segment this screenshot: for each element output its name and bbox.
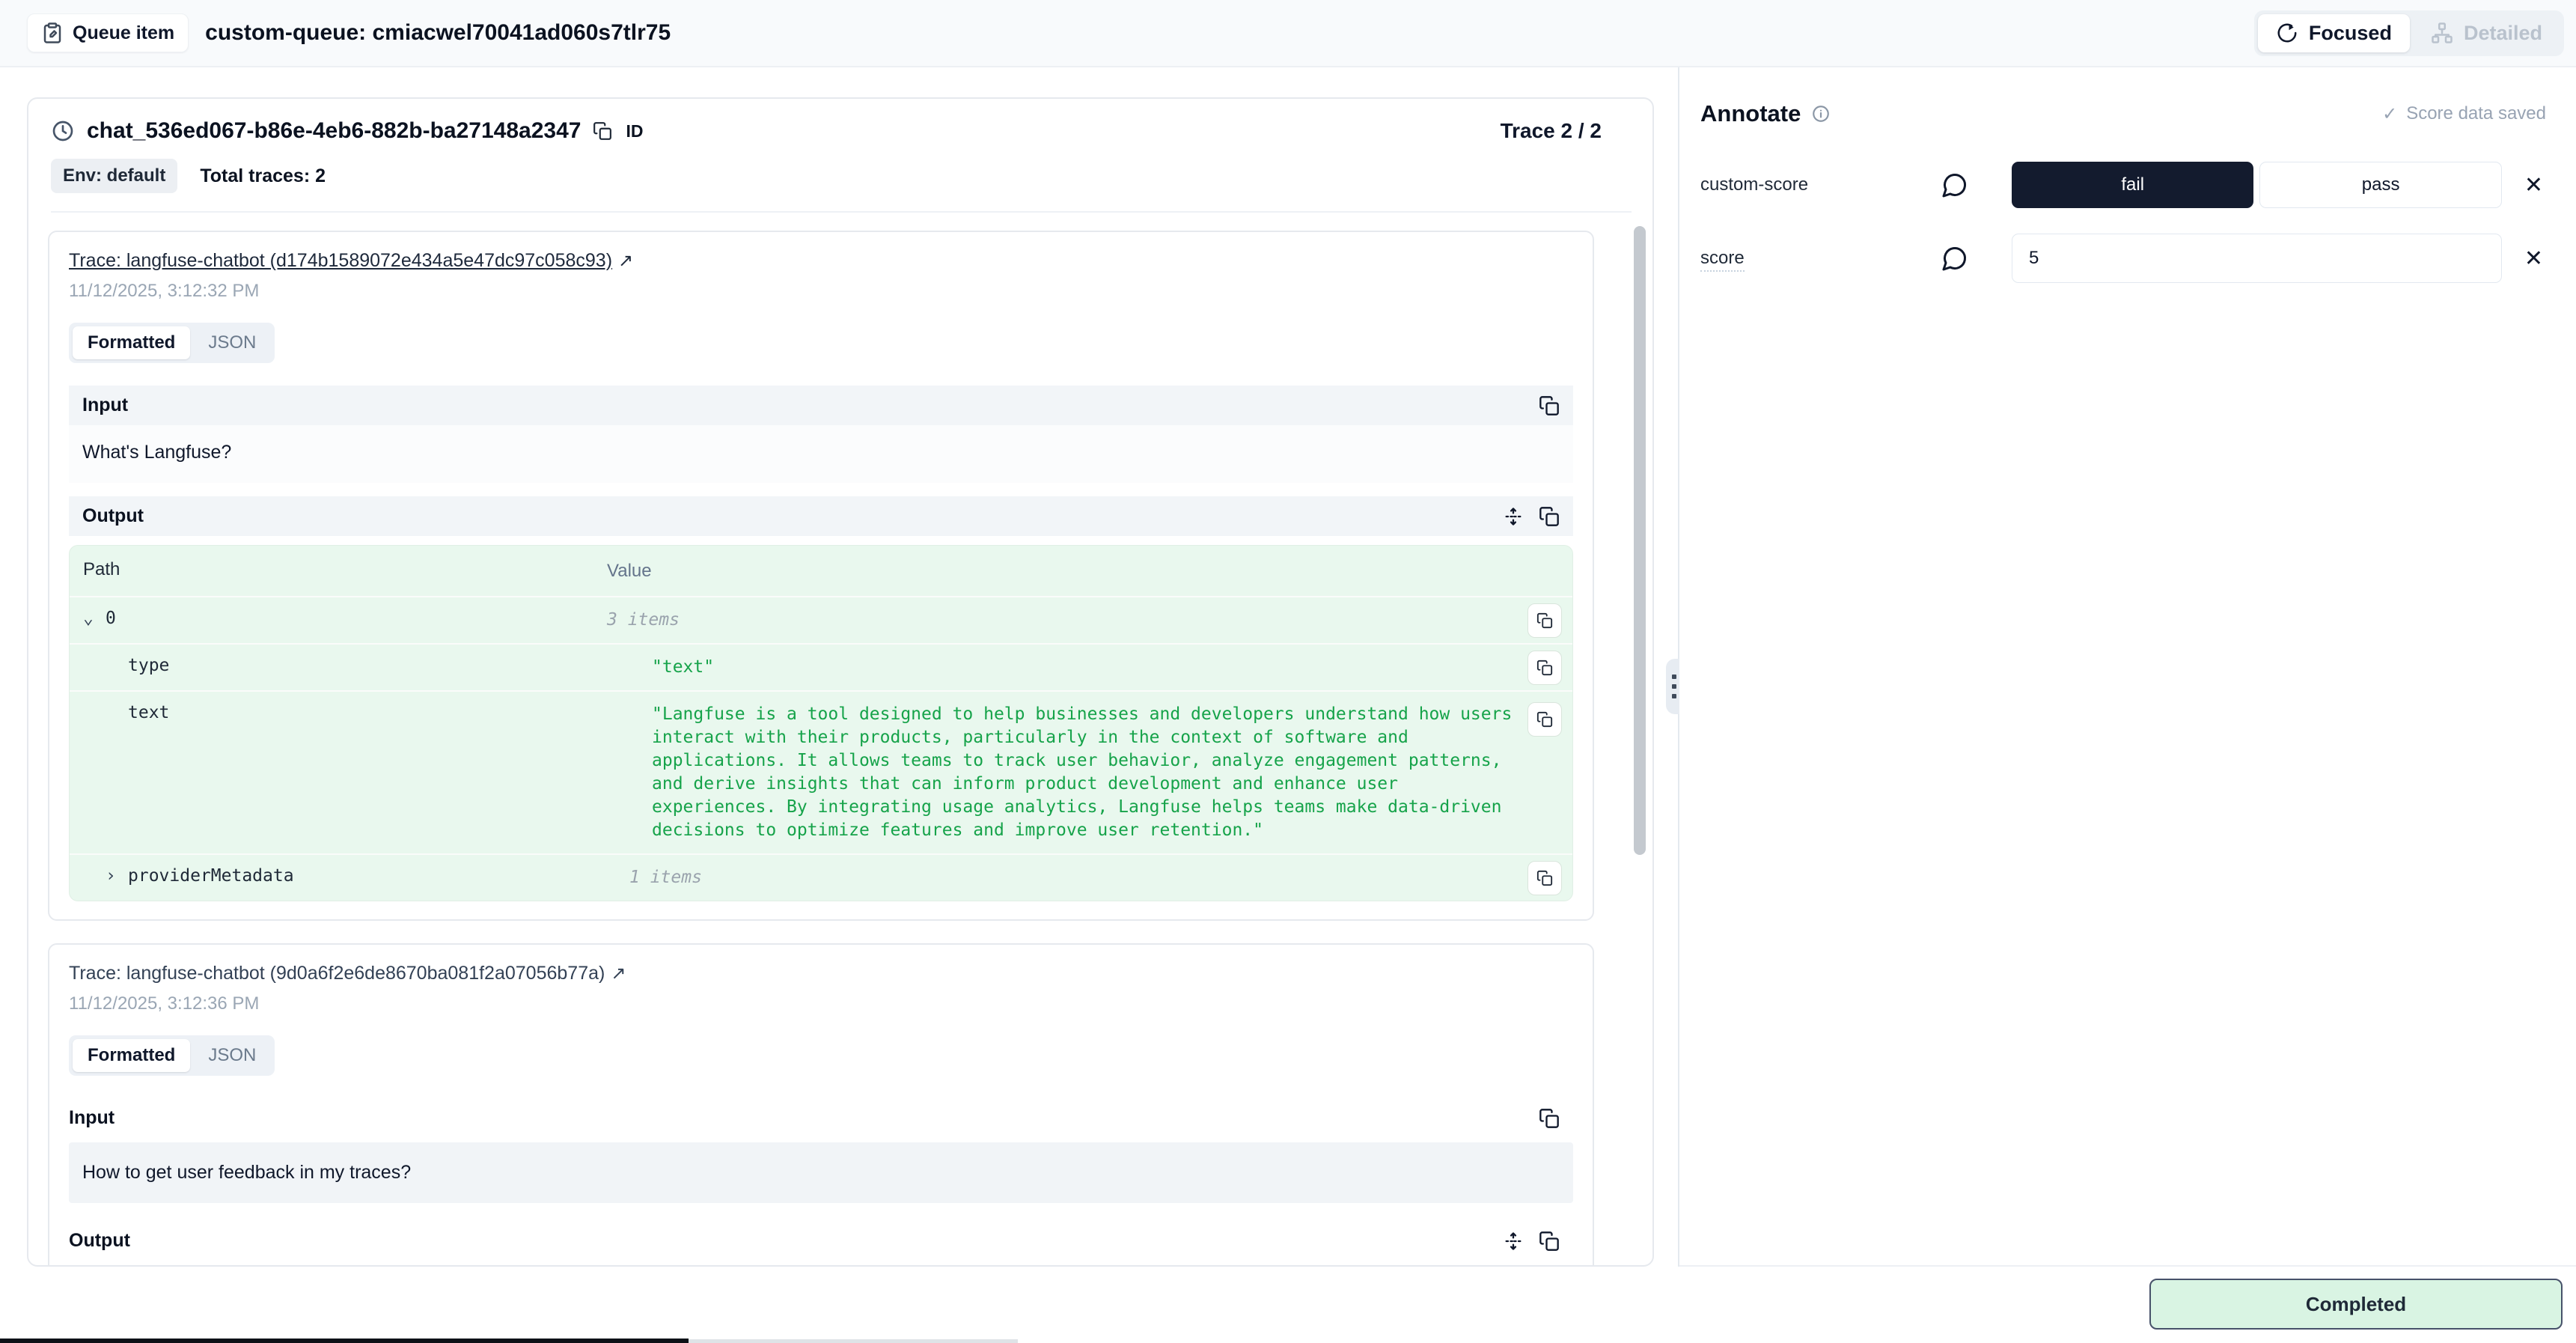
- clipboard-pen-icon: [41, 22, 64, 44]
- expand-output-button-2[interactable]: [1503, 1231, 1524, 1252]
- input-value-2: How to get user feedback in my traces?: [69, 1142, 1573, 1203]
- table-row: ›providerMetadata 1 items: [70, 853, 1572, 901]
- trace-card-1: Trace: langfuse-chatbot (d174b1589072e43…: [48, 231, 1594, 921]
- output-label-2: Output: [69, 1230, 130, 1252]
- score-value-input[interactable]: [2012, 234, 2502, 283]
- panel-header: chat_536ed067-b86e-4eb6-882b-ba27148a234…: [28, 99, 1652, 213]
- copy-output-button-1[interactable]: [1539, 506, 1560, 527]
- clock-icon: [51, 119, 75, 143]
- table-row: ⌄0 3 items: [70, 596, 1572, 643]
- trace-link-1[interactable]: Trace: langfuse-chatbot (d174b1589072e43…: [69, 250, 633, 271]
- comment-icon[interactable]: [1941, 245, 1968, 272]
- output-section-1: Output: [69, 496, 1573, 901]
- trace-card-2: Trace: langfuse-chatbot (9d0a6f2e6de8670…: [48, 943, 1594, 1265]
- trace-timestamp-2: 11/12/2025, 3:12:36 PM: [69, 993, 1573, 1014]
- input-section-1: Input What's Langfuse?: [69, 386, 1573, 483]
- format-tabs-1: Formatted JSON: [69, 323, 275, 363]
- annotate-title: Annotate: [1700, 100, 1801, 127]
- expand-output-button-1[interactable]: [1503, 506, 1524, 527]
- copy-row-button[interactable]: [1527, 603, 1562, 638]
- output-section-2: Output: [69, 1221, 1573, 1265]
- output-json-table-1: Path Value ⌄0 3 items type "tex: [69, 545, 1573, 901]
- score-row-custom-score: custom-score fail pass ✕: [1700, 162, 2546, 208]
- queue-item-page: Queue item custom-queue: cmiacwel70041ad…: [0, 0, 2576, 1343]
- table-row: text "Langfuse is a tool designed to hel…: [70, 690, 1572, 853]
- table-row: type "text": [70, 643, 1572, 690]
- external-link-icon: ↗: [611, 963, 626, 984]
- queue-item-panel: chat_536ed067-b86e-4eb6-882b-ba27148a234…: [27, 97, 1654, 1267]
- copy-row-button[interactable]: [1527, 651, 1562, 685]
- tab-formatted-2[interactable]: Formatted: [73, 1039, 190, 1072]
- tab-json-2[interactable]: JSON: [193, 1039, 271, 1072]
- queue-item-badge-label: Queue item: [73, 22, 174, 44]
- bottom-edge-bar: [0, 1339, 689, 1343]
- external-link-icon: ↗: [618, 251, 633, 271]
- delete-score-button[interactable]: ✕: [2521, 172, 2546, 198]
- comment-icon[interactable]: [1941, 171, 1968, 198]
- view-toggle: Focused Detailed: [2254, 10, 2564, 56]
- annotate-panel: Annotate ✓ Score data saved custom-score…: [1679, 67, 2576, 1267]
- save-status: ✓ Score data saved: [2382, 103, 2546, 125]
- tab-json-1[interactable]: JSON: [193, 326, 271, 359]
- score-option-pass[interactable]: pass: [2259, 162, 2501, 208]
- format-tabs-2: Formatted JSON: [69, 1035, 275, 1076]
- copy-row-button[interactable]: [1527, 861, 1562, 895]
- value-column-header: Value: [607, 559, 1520, 582]
- focused-view-button[interactable]: Focused: [2258, 14, 2410, 52]
- input-section-2: Input How to get user feedback in my tra…: [69, 1098, 1573, 1203]
- copy-input-button-1[interactable]: [1539, 395, 1560, 416]
- vertical-scrollbar[interactable]: [1634, 226, 1646, 855]
- bottom-edge-line: [689, 1339, 1018, 1343]
- id-label: ID: [626, 121, 643, 141]
- path-column-header: Path: [83, 559, 607, 582]
- input-label-2: Input: [69, 1107, 115, 1129]
- score-label: score: [1700, 248, 1745, 272]
- copy-input-button-2[interactable]: [1539, 1108, 1560, 1129]
- delete-score-button[interactable]: ✕: [2521, 246, 2546, 272]
- score-row-score: score ✕: [1700, 234, 2546, 283]
- item-title: chat_536ed067-b86e-4eb6-882b-ba27148a234…: [87, 118, 581, 144]
- top-bar: Queue item custom-queue: cmiacwel70041ad…: [0, 0, 2576, 67]
- output-label-1: Output: [82, 505, 144, 527]
- tree-icon: [2431, 22, 2453, 44]
- detailed-view-button[interactable]: Detailed: [2413, 14, 2560, 52]
- footer-bar: Completed: [0, 1267, 2576, 1343]
- input-value-1: What's Langfuse?: [69, 425, 1573, 483]
- info-icon[interactable]: [1811, 104, 1831, 124]
- copy-id-button[interactable]: [593, 121, 612, 141]
- score-label: custom-score: [1700, 174, 1808, 195]
- queue-item-badge: Queue item: [27, 13, 189, 52]
- trace-timestamp-1: 11/12/2025, 3:12:32 PM: [69, 281, 1573, 302]
- input-label-1: Input: [82, 395, 128, 416]
- page-title: custom-queue: cmiacwel70041ad060s7tlr75: [205, 20, 671, 46]
- trace-link-2[interactable]: Trace: langfuse-chatbot (9d0a6f2e6de8670…: [69, 963, 626, 984]
- detailed-view-label: Detailed: [2464, 22, 2542, 45]
- copy-output-button-2[interactable]: [1539, 1231, 1560, 1252]
- completed-button[interactable]: Completed: [2149, 1279, 2563, 1330]
- traces-scroll-area: Trace: langfuse-chatbot (d174b1589072e43…: [28, 213, 1652, 1265]
- focus-icon: [2276, 22, 2298, 44]
- focused-view-label: Focused: [2309, 22, 2392, 45]
- chevron-right-icon[interactable]: ›: [106, 866, 128, 886]
- score-option-fail[interactable]: fail: [2012, 162, 2253, 208]
- copy-row-button[interactable]: [1527, 702, 1562, 737]
- total-traces: Total traces: 2: [200, 165, 326, 187]
- tab-formatted-1[interactable]: Formatted: [73, 326, 190, 359]
- check-icon: ✓: [2382, 103, 2397, 125]
- trace-counter: Trace 2 / 2: [1501, 119, 1602, 143]
- chevron-down-icon[interactable]: ⌄: [83, 609, 106, 628]
- env-badge: Env: default: [51, 159, 177, 193]
